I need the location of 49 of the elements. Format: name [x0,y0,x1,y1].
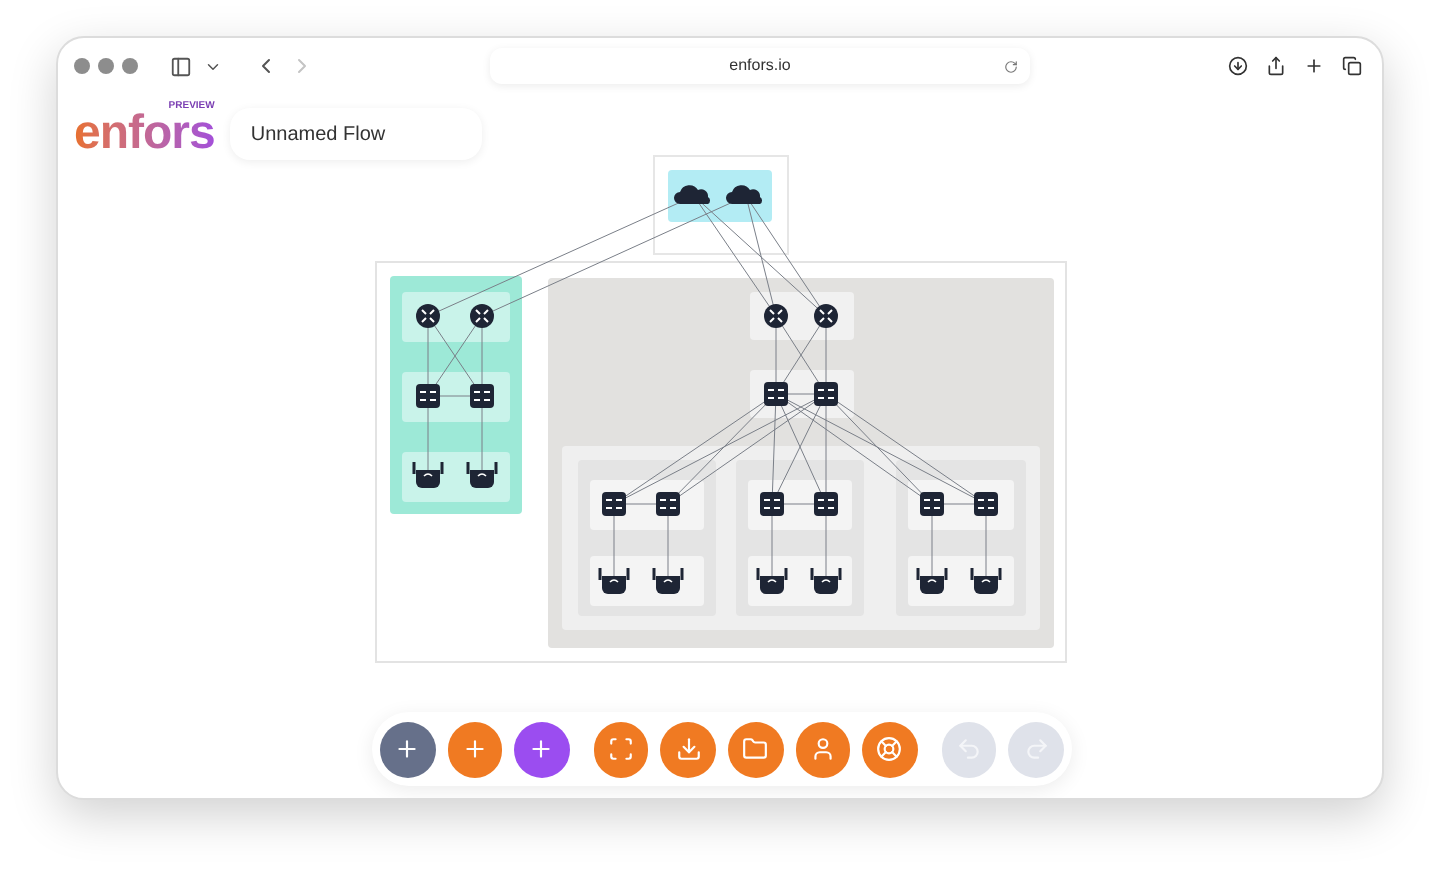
router-node [764,304,788,328]
access-point-node [970,566,1002,594]
help-button[interactable] [862,721,918,777]
access-point-node [756,566,788,594]
switch-node [602,492,626,516]
switch-node [760,492,784,516]
reload-icon[interactable] [1004,59,1018,73]
router-node [416,304,440,328]
access-point-node [598,566,630,594]
download-icon[interactable] [1228,56,1248,76]
cloud-node [726,185,763,204]
switch-node [814,382,838,406]
add-button[interactable] [514,721,570,777]
cloud-node [674,185,711,204]
frame-icon [608,736,635,762]
access-point-node [810,566,842,594]
download-button[interactable] [660,721,716,777]
sidebar-icon[interactable] [170,55,192,77]
fit-button[interactable] [593,721,649,777]
switch-node [656,492,680,516]
download-icon [675,736,702,762]
access-point-node [916,566,948,594]
plus-icon [394,736,421,762]
switch-node [764,382,788,406]
folder-icon [742,736,769,762]
user-icon [809,736,836,762]
tabs-icon[interactable] [1342,56,1362,76]
add-button[interactable] [447,721,503,777]
plus-icon [461,736,488,762]
access-point-node [466,460,498,488]
switch-node [814,492,838,516]
router-node [470,304,494,328]
switch-node [920,492,944,516]
router-node [814,304,838,328]
url-text: enfors.io [729,54,791,78]
user-button[interactable] [795,721,851,777]
switch-node [470,384,494,408]
lifebuoy-icon [876,736,903,762]
plus-icon [528,736,555,762]
new-tab-icon[interactable] [1304,56,1324,76]
access-point-node [412,460,444,488]
access-point-node [652,566,684,594]
add-button[interactable] [380,721,436,777]
switch-node [416,384,440,408]
flow-name-field[interactable]: Unnamed Flow [230,108,483,160]
share-icon[interactable] [1266,56,1286,76]
switch-node [974,492,998,516]
folder-button[interactable] [727,721,784,777]
address-bar[interactable]: enfors.io [490,48,1030,84]
